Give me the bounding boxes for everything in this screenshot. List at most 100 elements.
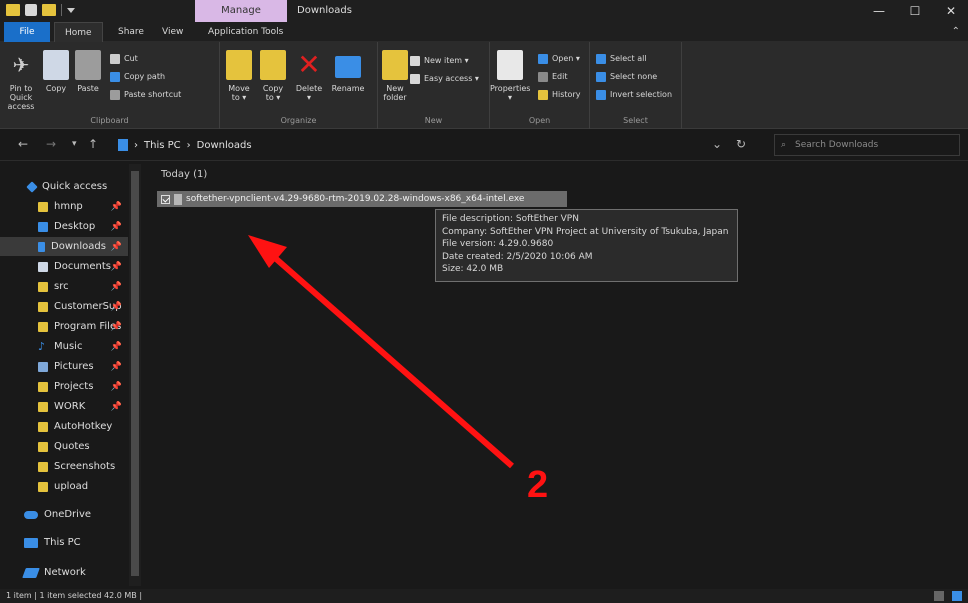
select-none-button[interactable]: Select none — [596, 70, 657, 83]
history-icon — [538, 89, 548, 100]
folder-icon — [38, 461, 48, 472]
recent-locations-button[interactable]: ▾ — [72, 139, 77, 149]
sidebar-item-customersup[interactable]: CustomerSup 📌 — [0, 297, 128, 316]
select-all-button[interactable]: Select all — [596, 52, 647, 65]
sidebar-item-screenshots[interactable]: Screenshots — [0, 457, 128, 476]
history-button[interactable]: History — [538, 88, 580, 101]
rename-button[interactable]: Rename — [330, 50, 366, 93]
edit-label: Edit — [552, 72, 568, 81]
tooltip-company: Company: SoftEther VPN Project at Univer… — [442, 226, 729, 237]
close-button[interactable]: ✕ — [934, 0, 968, 22]
list-item[interactable]: softether-vpnclient-v4.29-9680-rtm-2019.… — [157, 191, 567, 207]
easy-access-button[interactable]: Easy access ▾ — [410, 72, 479, 85]
sidebar-item-network[interactable]: Network — [0, 563, 128, 582]
sidebar-item-quick-access[interactable]: Quick access — [0, 177, 128, 196]
search-input[interactable]: ⌕ Search Downloads — [774, 134, 960, 156]
sidebar-item-autohotkey[interactable]: AutoHotkey — [0, 417, 128, 436]
properties-button[interactable]: Properties ▾ — [490, 50, 530, 102]
easy-access-icon — [410, 73, 420, 84]
tab-manage[interactable]: Manage — [195, 0, 287, 22]
sidebar-item-music[interactable]: ♪ Music 📌 — [0, 337, 128, 356]
edit-button[interactable]: Edit — [538, 70, 568, 83]
breadcrumb-downloads[interactable]: Downloads — [197, 140, 252, 151]
sidebar-item-label: Quick access — [42, 181, 108, 192]
sidebar-item-downloads[interactable]: Downloads 📌 — [0, 237, 128, 256]
copy-icon — [43, 50, 69, 80]
new-folder-button[interactable]: New folder — [380, 50, 410, 102]
pin-quick-access-button[interactable]: ✈ Pin to Quick access — [4, 50, 38, 111]
copy-to-button[interactable]: Copy to ▾ — [258, 50, 288, 102]
back-button[interactable]: ← — [18, 137, 28, 151]
cut-button[interactable]: Cut — [110, 52, 138, 65]
selection-checkbox[interactable] — [161, 194, 170, 204]
new-item-button[interactable]: New item ▾ — [410, 54, 469, 67]
large-icons-view-icon[interactable] — [952, 591, 962, 601]
details-view-icon[interactable] — [934, 591, 944, 601]
group-header-today[interactable]: Today (1) — [161, 169, 207, 180]
clipboard-icon — [75, 50, 101, 80]
tab-application-tools[interactable]: Application Tools — [198, 22, 293, 42]
history-label: History — [552, 90, 581, 99]
address-row: ← → ▾ ↑ › This PC › Downloads ⌄ ↻ ⌕ Sear… — [0, 129, 968, 161]
invert-selection-icon — [596, 89, 606, 100]
sidebar-item-work[interactable]: WORK 📌 — [0, 397, 128, 416]
new-folder-quick-icon[interactable] — [42, 4, 56, 16]
address-bar[interactable]: › This PC › Downloads — [112, 134, 752, 156]
folder-icon — [38, 441, 48, 452]
copy-button[interactable]: Copy — [42, 50, 70, 93]
sidebar-item-desktop[interactable]: Desktop 📌 — [0, 217, 128, 236]
downloads-icon — [38, 241, 45, 252]
tooltip-version: File version: 4.29.0.9680 — [442, 239, 554, 249]
refresh-button[interactable]: ↻ — [736, 137, 746, 151]
sidebar-item-projects[interactable]: Projects 📌 — [0, 377, 128, 396]
tab-view[interactable]: View — [152, 22, 193, 42]
sidebar-item-program-files[interactable]: Program Files 📌 — [0, 317, 128, 336]
sidebar-item-quotes[interactable]: Quotes — [0, 437, 128, 456]
sidebar-item-hmnp[interactable]: hmnp 📌 — [0, 197, 128, 216]
move-to-label: Move to ▾ — [228, 84, 250, 102]
sidebar-item-onedrive[interactable]: OneDrive — [0, 505, 128, 524]
chevron-up-icon[interactable]: ⌃ — [952, 26, 960, 37]
sidebar-item-label: Downloads — [51, 241, 106, 252]
tab-share[interactable]: Share — [108, 22, 154, 42]
sidebar-item-upload[interactable]: upload — [0, 477, 128, 496]
paste-shortcut-button[interactable]: Paste shortcut — [110, 88, 181, 101]
tab-file[interactable]: File — [4, 22, 50, 42]
breadcrumb-this-pc[interactable]: This PC — [144, 140, 181, 151]
open-button[interactable]: Open ▾ — [538, 52, 580, 65]
properties-icon — [497, 50, 523, 80]
tab-home[interactable]: Home — [54, 22, 103, 42]
properties-quick-icon[interactable] — [25, 4, 37, 16]
copy-path-label: Copy path — [124, 72, 166, 81]
pin-icon: 📌 — [110, 201, 122, 212]
maximize-button[interactable]: ☐ — [898, 0, 932, 22]
sidebar-scroll-thumb[interactable] — [131, 171, 139, 576]
cut-label: Cut — [124, 54, 138, 63]
paste-button[interactable]: Paste — [74, 50, 102, 93]
address-dropdown-button[interactable]: ⌄ — [712, 137, 722, 151]
sidebar-item-label: upload — [54, 481, 89, 492]
sidebar-item-src[interactable]: src 📌 — [0, 277, 128, 296]
customize-toolbar-icon[interactable] — [67, 7, 75, 13]
clipboard-group: ✈ Pin to Quick access Copy Paste Cut Cop… — [0, 42, 220, 129]
up-button[interactable]: ↑ — [88, 137, 98, 151]
navigation-pane: Quick access hmnp 📌 Desktop 📌 Downloads … — [0, 161, 144, 589]
minimize-button[interactable]: — — [862, 0, 896, 22]
sidebar-item-this-pc[interactable]: This PC — [0, 533, 128, 552]
sidebar-item-label: OneDrive — [44, 509, 92, 520]
invert-selection-button[interactable]: Invert selection — [596, 88, 672, 101]
new-item-label: New item ▾ — [424, 56, 469, 65]
folder-icon — [38, 321, 48, 332]
copy-path-button[interactable]: Copy path — [110, 70, 165, 83]
sidebar-item-documents[interactable]: Documents 📌 — [0, 257, 128, 276]
forward-button[interactable]: → — [46, 137, 56, 151]
delete-button[interactable]: ✕ Delete ▾ — [294, 50, 324, 103]
pin-icon: 📌 — [110, 261, 122, 272]
sidebar-item-pictures[interactable]: Pictures 📌 — [0, 357, 128, 376]
new-folder-icon — [382, 50, 408, 80]
divider — [61, 4, 62, 16]
move-to-button[interactable]: Move to ▾ — [224, 50, 254, 102]
window-title: Downloads — [297, 5, 352, 16]
delete-label: Delete ▾ — [295, 84, 323, 102]
pin-icon: 📌 — [110, 401, 122, 412]
